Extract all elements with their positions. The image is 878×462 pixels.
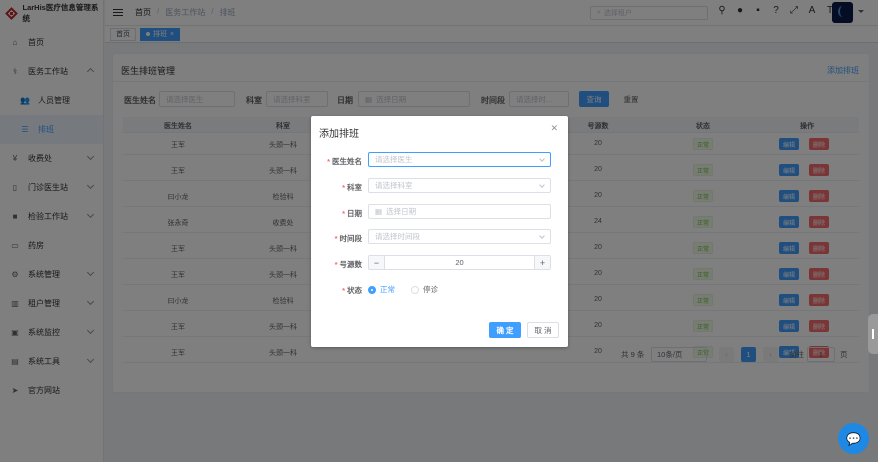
placeholder: 请选择科室 — [375, 181, 413, 190]
chevron-down-icon — [539, 233, 545, 239]
radio-label: 正常 — [380, 285, 395, 294]
placeholder: 请选择医生 — [375, 155, 413, 164]
increase-button[interactable]: + — [534, 256, 550, 269]
chevron-down-icon — [539, 156, 545, 162]
decrease-button[interactable]: − — [369, 256, 385, 269]
status-stop-radio[interactable]: 停诊 — [411, 284, 438, 295]
chat-icon[interactable]: 💬 — [838, 423, 869, 454]
chevron-down-icon — [539, 182, 545, 188]
calendar-icon: ▦ — [375, 207, 383, 216]
close-icon[interactable]: ✕ — [550, 123, 558, 134]
drag-handle[interactable] — [868, 314, 878, 354]
period-label: * 时间段 — [334, 234, 362, 243]
date-picker[interactable]: ▦ 选择日期 — [368, 204, 551, 219]
placeholder: 请选择时间段 — [375, 232, 420, 241]
placeholder: 选择日期 — [386, 207, 417, 216]
radio-label: 停诊 — [423, 285, 438, 294]
confirm-button[interactable]: 确 定 — [489, 322, 521, 338]
add-schedule-dialog: 添加排班 ✕ * 医生姓名 请选择医生 * 科室 请选择科室 * 日期 ▦ 选择日期 *… — [311, 116, 568, 347]
date-label: * 日期 — [342, 209, 362, 218]
status-normal-radio[interactable]: 正常 — [368, 284, 395, 295]
doctor-select[interactable]: 请选择医生 — [368, 152, 551, 167]
status-label: * 状态 — [342, 286, 362, 295]
period-select[interactable]: 请选择时间段 — [368, 229, 551, 244]
count-label: * 号源数 — [334, 260, 362, 269]
dept-select[interactable]: 请选择科室 — [368, 178, 551, 193]
cancel-button[interactable]: 取 消 — [527, 322, 559, 338]
dialog-title: 添加排班 — [319, 129, 359, 140]
dept-label: * 科室 — [342, 183, 362, 192]
count-value[interactable]: 20 — [385, 256, 534, 269]
count-stepper[interactable]: − 20 + — [368, 255, 551, 270]
doctor-label: * 医生姓名 — [327, 157, 362, 166]
